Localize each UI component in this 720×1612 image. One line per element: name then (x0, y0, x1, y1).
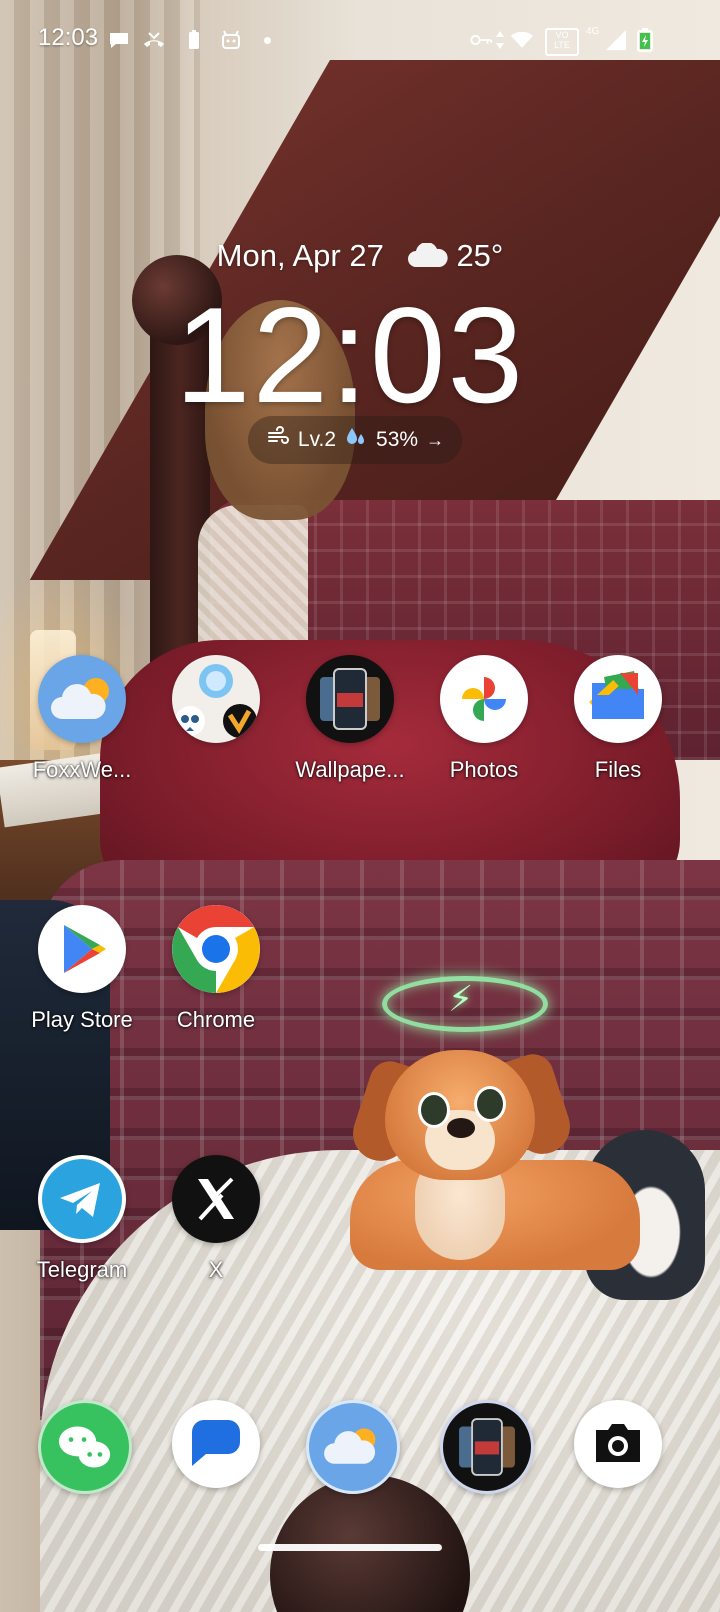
big-clock[interactable]: 12:03 (0, 280, 700, 430)
files-icon (574, 655, 662, 743)
app-label: Files (594, 757, 642, 782)
volte-icon: VO LTE (545, 28, 579, 56)
network-type-label: 4G (586, 26, 600, 37)
app-foxx-weather[interactable]: FoxxWe... (15, 655, 149, 783)
status-bar[interactable]: 12:03 VO LTE 4G (0, 0, 720, 84)
wallpaper-app-icon (440, 1400, 534, 1494)
android-icon (219, 28, 243, 52)
app-label: Photos (449, 757, 519, 782)
wechat-icon (38, 1400, 132, 1494)
app-folder[interactable] (149, 655, 283, 757)
app-x[interactable]: X (149, 1155, 283, 1283)
play-store-icon (38, 905, 126, 993)
app-photos[interactable]: Photos (417, 655, 551, 783)
google-photos-icon (440, 655, 528, 743)
missed-call-icon (142, 28, 166, 52)
messages-icon (172, 1400, 260, 1488)
camera-icon (574, 1400, 662, 1488)
chrome-icon (172, 905, 260, 993)
dock-app-weather[interactable] (306, 1400, 400, 1494)
app-wallpapers[interactable]: Wallpape... (283, 655, 417, 783)
date-label: Mon, Apr 27 (216, 238, 384, 273)
weather-details-pill[interactable]: Lv.2 53% → (248, 416, 462, 464)
4g-signal-icon (604, 28, 628, 52)
battery-charging-icon (636, 28, 654, 52)
wallpaper-app-icon (306, 655, 394, 743)
status-time: 12:03 (38, 24, 99, 51)
wallpaper-puppy-nose (447, 1118, 475, 1138)
gesture-home-bar[interactable] (258, 1544, 442, 1551)
wind-icon (266, 425, 290, 455)
app-label: Telegram (36, 1257, 128, 1282)
app-label: Wallpape... (295, 757, 405, 782)
arrow-right-icon: → (426, 429, 445, 450)
app-chrome[interactable]: Chrome (149, 905, 283, 1033)
cloud-icon (406, 241, 450, 267)
app-label: X (208, 1257, 224, 1282)
dock-app-messages[interactable] (172, 1400, 262, 1490)
app-files[interactable]: Files (551, 655, 685, 783)
telegram-icon (38, 1155, 126, 1243)
wallpaper-puppy-eye-right (474, 1086, 506, 1122)
vpn-key-icon (468, 28, 494, 52)
app-label: Chrome (176, 1007, 256, 1032)
x-logo-icon (172, 1155, 260, 1243)
lightning-bolt-icon: ⚡ (448, 979, 474, 1020)
app-label: FoxxWe... (32, 757, 132, 782)
app-label: Play Store (31, 1007, 133, 1032)
wallpaper-puppy-eye-left (418, 1092, 450, 1128)
humidity-icon (344, 425, 368, 455)
dock-app-camera[interactable] (574, 1400, 664, 1490)
weather-cloud-sun-icon (306, 1400, 400, 1494)
dock-app-wallpapers[interactable] (440, 1400, 534, 1494)
temperature-label: 25° (456, 238, 504, 273)
date-weather-row[interactable]: Mon, Apr 27 25° (0, 238, 720, 274)
folder-cluster-icon (172, 655, 260, 743)
weather-cloud-sun-icon (38, 655, 126, 743)
chat-bubble-icon (107, 28, 131, 52)
dock-app-wechat[interactable] (38, 1400, 132, 1494)
notification-dot (264, 37, 271, 44)
wifi-icon (508, 28, 536, 52)
wind-level-label: Lv.2 (297, 428, 337, 451)
battery-saver-icon (182, 28, 206, 52)
data-arrows-icon (494, 28, 506, 52)
app-play-store[interactable]: Play Store (15, 905, 149, 1033)
humidity-label: 53% (376, 428, 419, 451)
app-telegram[interactable]: Telegram (15, 1155, 149, 1283)
